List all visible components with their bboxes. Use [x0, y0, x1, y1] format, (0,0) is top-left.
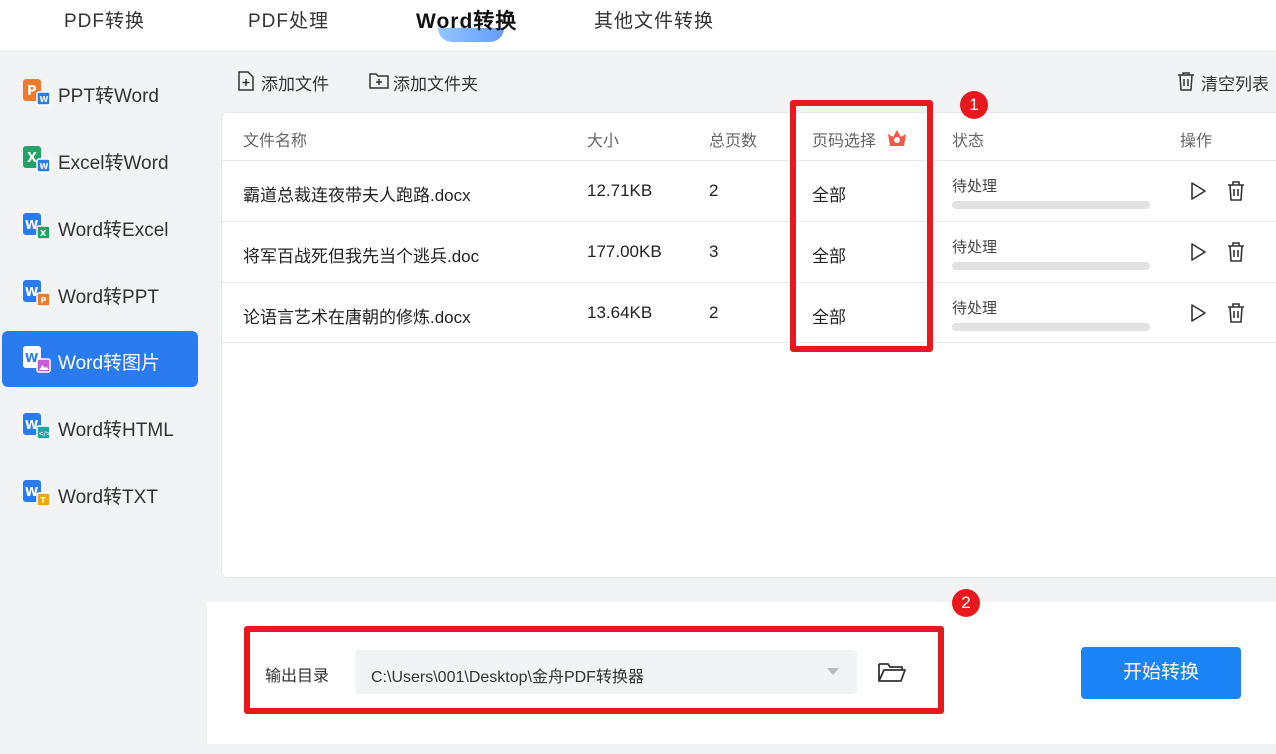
word-to-image-icon: W [23, 346, 51, 373]
file-size: 177.00KB [587, 242, 662, 261]
file-size: 12.71KB [587, 181, 653, 200]
tab-pdf-convert[interactable]: PDF转换 [64, 6, 145, 33]
header-status: 状态 [952, 133, 985, 150]
add-folder-icon [369, 73, 389, 89]
svg-text:</>: </> [39, 431, 51, 438]
tab-other-convert[interactable]: 其他文件转换 [594, 6, 714, 33]
sidebar: P W PPT转Word X W Excel转Word W X Word转Exc… [0, 52, 207, 754]
sidebar-item-word-to-html[interactable]: W </> Word转HTML [2, 398, 198, 454]
header-pages: 总页数 [709, 133, 758, 150]
play-icon[interactable] [1188, 241, 1208, 263]
clear-list-label: 清空列表 [1201, 75, 1269, 94]
ppt-to-word-icon: P W [23, 79, 51, 106]
sidebar-item-label: Excel转Word [58, 153, 169, 174]
sidebar-item-word-to-image[interactable]: W Word转图片 [2, 331, 198, 387]
header-name: 文件名称 [243, 133, 308, 150]
svg-text:X: X [40, 229, 47, 238]
sidebar-item-label: Word转HTML [58, 420, 174, 441]
highlight-output-dir [244, 626, 944, 714]
file-name: 论语言艺术在唐朝的修炼.docx [243, 308, 471, 327]
status-text: 待处理 [952, 239, 998, 256]
sidebar-item-label: Word转PPT [58, 287, 160, 308]
tab-pdf-process[interactable]: PDF处理 [248, 6, 329, 33]
page-count: 2 [709, 181, 719, 200]
sidebar-item-ppt-to-word[interactable]: P W PPT转Word [2, 64, 198, 120]
table-row: 霸道总裁连夜带夫人跑路.docx 12.71KB 2 全部 待处理 [222, 160, 1276, 221]
add-file-label: 添加文件 [261, 75, 329, 94]
svg-text:P: P [41, 296, 47, 305]
play-icon[interactable] [1188, 302, 1208, 324]
sidebar-item-word-to-ppt[interactable]: W P Word转PPT [2, 265, 198, 321]
delete-icon[interactable] [1226, 180, 1246, 202]
top-nav: PDF转换 PDF处理 Word转换 其他文件转换 [0, 0, 1276, 52]
delete-icon[interactable] [1226, 241, 1246, 263]
svg-text:W: W [40, 95, 49, 104]
file-size: 13.64KB [587, 303, 653, 322]
annotation-badge-1: 1 [960, 91, 988, 119]
word-to-ppt-icon: W P [23, 280, 51, 307]
play-icon[interactable] [1188, 180, 1208, 202]
progress-bar [952, 323, 1150, 331]
add-file-icon [238, 71, 254, 91]
add-folder-label: 添加文件夹 [393, 75, 478, 94]
delete-icon[interactable] [1226, 302, 1246, 324]
word-to-excel-icon: W X [23, 213, 51, 240]
word-to-txt-icon: W T [23, 480, 51, 507]
table-row: 将军百战死但我先当个逃兵.doc 177.00KB 3 全部 待处理 [222, 221, 1276, 282]
sidebar-item-label: PPT转Word [58, 86, 160, 107]
sidebar-item-label: Word转图片 [58, 353, 161, 374]
excel-to-word-icon: X W [23, 146, 51, 173]
progress-bar [952, 262, 1150, 270]
main-content: 添加文件 添加文件夹 清空列表 文件名称 大小 总页数 页码选择 状态 操作 霸… [207, 52, 1276, 602]
highlight-page-select [790, 100, 933, 352]
svg-text:W: W [40, 162, 49, 171]
sidebar-item-word-to-txt[interactable]: W T Word转TXT [2, 465, 198, 521]
sidebar-item-label: Word转Excel [58, 220, 169, 241]
header-size: 大小 [587, 133, 620, 150]
table-row: 论语言艺术在唐朝的修炼.docx 13.64KB 2 全部 待处理 [222, 282, 1276, 343]
tab-word-convert[interactable]: Word转换 [416, 5, 517, 35]
progress-bar [952, 201, 1150, 209]
start-convert-button[interactable]: 开始转换 [1081, 647, 1241, 699]
svg-text:T: T [41, 496, 47, 505]
header-action: 操作 [1180, 133, 1213, 150]
page-count: 2 [709, 303, 719, 322]
svg-text:P: P [27, 84, 37, 99]
file-table: 文件名称 大小 总页数 页码选择 状态 操作 霸道总裁连夜带夫人跑路.docx … [221, 112, 1276, 578]
trash-icon [1178, 72, 1194, 91]
sidebar-item-label: Word转TXT [58, 487, 158, 508]
status-text: 待处理 [952, 178, 998, 195]
sidebar-item-word-to-excel[interactable]: W X Word转Excel [2, 198, 198, 254]
word-to-html-icon: W </> [23, 413, 51, 440]
annotation-badge-2: 2 [952, 589, 980, 617]
sidebar-item-excel-to-word[interactable]: X W Excel转Word [2, 131, 198, 187]
status-text: 待处理 [952, 300, 998, 317]
file-name: 霸道总裁连夜带夫人跑路.docx [243, 186, 471, 205]
svg-text:X: X [27, 151, 37, 166]
file-name: 将军百战死但我先当个逃兵.doc [243, 247, 480, 266]
page-count: 3 [709, 242, 719, 261]
